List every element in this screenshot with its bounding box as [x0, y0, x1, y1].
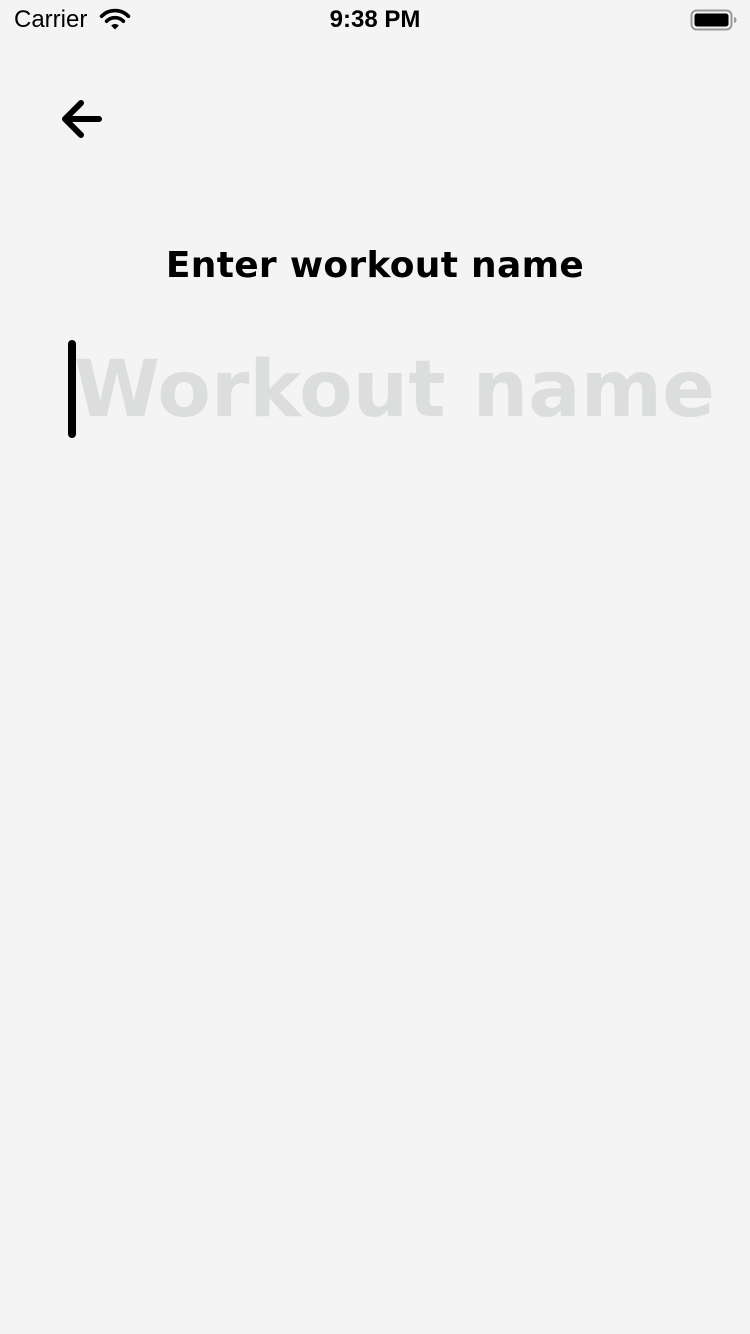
arrow-left-icon [55, 93, 107, 149]
status-bar: Carrier 9:38 PM [0, 0, 750, 40]
workout-name-field [66, 338, 714, 442]
workout-name-input[interactable] [66, 338, 714, 442]
text-cursor [68, 340, 76, 438]
page-title: Enter workout name [165, 245, 585, 286]
battery-icon [690, 8, 738, 32]
back-button[interactable] [52, 92, 110, 150]
status-time: 9:38 PM [329, 6, 421, 33]
